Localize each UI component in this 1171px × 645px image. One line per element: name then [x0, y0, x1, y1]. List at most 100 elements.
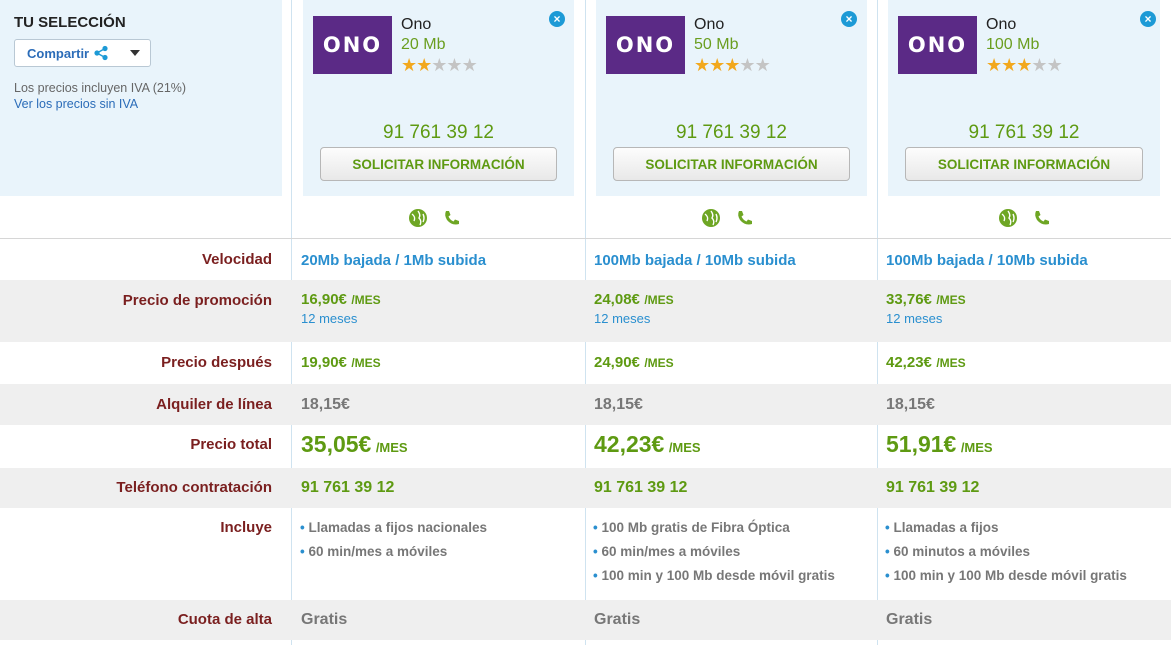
star-empty-icon: ★	[446, 55, 462, 75]
price-unit: /MES	[644, 356, 674, 370]
phone-icon	[1035, 211, 1049, 225]
includes-list: Llamadas a fijos nacionales 60 min/mes a…	[300, 516, 487, 564]
price-unit: /MES	[936, 293, 966, 307]
includes-item: Llamadas a fijos nacionales	[300, 516, 487, 540]
after-price: 19,90€	[301, 354, 347, 371]
row-after-price: Precio después 19,90€ /MES 24,90€ /MES 4…	[0, 342, 1171, 384]
brand-logo: ONO	[313, 16, 392, 74]
after-price-cell: 19,90€ /MES	[301, 354, 381, 372]
iva-note: Los precios incluyen IVA (21%)	[14, 81, 187, 95]
promo-duration: 12 meses	[594, 311, 651, 326]
row-label: Velocidad	[201, 251, 272, 268]
offer-card-1: × ONO Ono 20 Mb ★★★★★ 91 761 39 12 SOLIC…	[303, 0, 574, 196]
total-price: 42,23€	[594, 431, 665, 457]
star-empty-icon: ★	[461, 55, 478, 75]
includes-item: 60 minutos a móviles	[885, 540, 1127, 564]
star-empty-icon: ★	[754, 55, 771, 75]
request-info-button[interactable]: SOLICITAR INFORMACIÓN	[613, 147, 850, 181]
promo-price-cell: 33,76€ /MES 12 meses	[886, 291, 966, 326]
star-filled-icon: ★	[401, 55, 417, 75]
row-promo-price: Precio de promoción 16,90€ /MES 12 meses…	[0, 280, 1171, 342]
total-price-cell: 51,91€ /MES	[886, 431, 993, 458]
star-filled-icon: ★	[724, 55, 740, 75]
promo-price-cell: 16,90€ /MES 12 meses	[301, 291, 381, 326]
includes-item: Llamadas a fijos	[885, 516, 1127, 540]
line-rental-value: 18,15€	[886, 396, 935, 413]
promo-price-cell: 24,08€ /MES 12 meses	[594, 291, 674, 326]
star-filled-icon: ★	[986, 55, 1002, 75]
offer-speed: 20 Mb	[401, 36, 446, 53]
services-icons	[701, 208, 755, 230]
close-icon[interactable]: ×	[841, 11, 857, 27]
row-includes: Incluye Llamadas a fijos nacionales 60 m…	[0, 508, 1171, 600]
includes-item: 60 min/mes a móviles	[300, 540, 487, 564]
row-label: Teléfono contratación	[116, 479, 272, 496]
star-filled-icon: ★	[694, 55, 710, 75]
table-top-rule	[0, 238, 1171, 239]
share-label: Compartir	[27, 45, 90, 61]
after-price: 42,23€	[886, 354, 932, 371]
row-label: Precio de promoción	[122, 292, 272, 309]
offer-speed: 50 Mb	[694, 36, 739, 53]
contact-phone: 91 761 39 12	[886, 479, 980, 496]
row-label: Cuota de alta	[177, 611, 272, 628]
after-price-cell: 42,23€ /MES	[886, 354, 966, 372]
phone-icon	[445, 211, 459, 225]
signup-fee: Gratis	[886, 611, 933, 628]
phone-icon	[738, 211, 752, 225]
selection-panel: TU SELECCIÓN Compartir Los precios inclu…	[0, 0, 282, 196]
after-price: 24,90€	[594, 354, 640, 371]
star-empty-icon: ★	[431, 55, 447, 75]
internet-globe-icon	[999, 209, 1017, 227]
contact-phone: 91 761 39 12	[301, 479, 395, 496]
row-label: Precio total	[190, 436, 272, 453]
star-filled-icon: ★	[1016, 55, 1032, 75]
offer-brand: Ono	[986, 16, 1017, 33]
signup-fee: Gratis	[301, 611, 348, 628]
promo-price: 24,08€	[594, 291, 640, 308]
rating-stars: ★★★★★	[986, 55, 1063, 75]
contact-phone: 91 761 39 12	[594, 479, 688, 496]
internet-globe-icon	[702, 209, 720, 227]
includes-list: Llamadas a fijos 60 minutos a móviles 10…	[885, 516, 1127, 588]
request-info-button[interactable]: SOLICITAR INFORMACIÓN	[905, 147, 1143, 181]
speed-value: 100Mb bajada / 10Mb subida	[594, 252, 796, 269]
speed-value: 100Mb bajada / 10Mb subida	[886, 252, 1088, 269]
star-empty-icon: ★	[1046, 55, 1063, 75]
row-velocidad: Velocidad 20Mb bajada / 1Mb subida 100Mb…	[0, 240, 1171, 280]
share-button[interactable]: Compartir	[14, 39, 151, 67]
includes-item: 100 Mb gratis de Fibra Óptica	[593, 516, 835, 540]
rating-stars: ★★★★★	[401, 55, 478, 75]
offer-card-3: × ONO Ono 100 Mb ★★★★★ 91 761 39 12 SOLI…	[888, 0, 1160, 196]
includes-list: 100 Mb gratis de Fibra Óptica 60 min/mes…	[593, 516, 835, 588]
price-unit: /MES	[668, 440, 701, 455]
total-price: 35,05€	[301, 431, 372, 457]
price-unit: /MES	[936, 356, 966, 370]
after-price-cell: 24,90€ /MES	[594, 354, 674, 372]
services-icons	[998, 208, 1052, 230]
star-empty-icon: ★	[1031, 55, 1047, 75]
offer-brand: Ono	[694, 16, 725, 33]
internet-globe-icon	[409, 209, 427, 227]
close-icon[interactable]: ×	[549, 11, 565, 27]
total-price-cell: 35,05€ /MES	[301, 431, 408, 458]
services-icons	[408, 208, 462, 230]
request-info-button[interactable]: SOLICITAR INFORMACIÓN	[320, 147, 557, 181]
prices-without-iva-link[interactable]: Ver los precios sin IVA	[14, 97, 268, 111]
offer-brand: Ono	[401, 16, 432, 33]
includes-item: 100 min y 100 Mb desde móvil gratis	[593, 564, 834, 588]
rating-stars: ★★★★★	[694, 55, 771, 75]
price-unit: /MES	[960, 440, 993, 455]
star-filled-icon: ★	[416, 55, 432, 75]
price-unit: /MES	[644, 293, 674, 307]
offer-phone: 91 761 39 12	[383, 122, 494, 143]
star-filled-icon: ★	[1001, 55, 1017, 75]
includes-item: 100 min y 100 Mb desde móvil gratis	[885, 564, 1126, 588]
promo-duration: 12 meses	[886, 311, 943, 326]
close-icon[interactable]: ×	[1140, 11, 1156, 27]
speed-value: 20Mb bajada / 1Mb subida	[301, 252, 487, 269]
offer-phone: 91 761 39 12	[968, 122, 1080, 143]
row-contact-phone: Teléfono contratación 91 761 39 12 91 76…	[0, 468, 1171, 508]
price-unit: /MES	[351, 356, 381, 370]
offer-speed: 100 Mb	[986, 36, 1040, 53]
